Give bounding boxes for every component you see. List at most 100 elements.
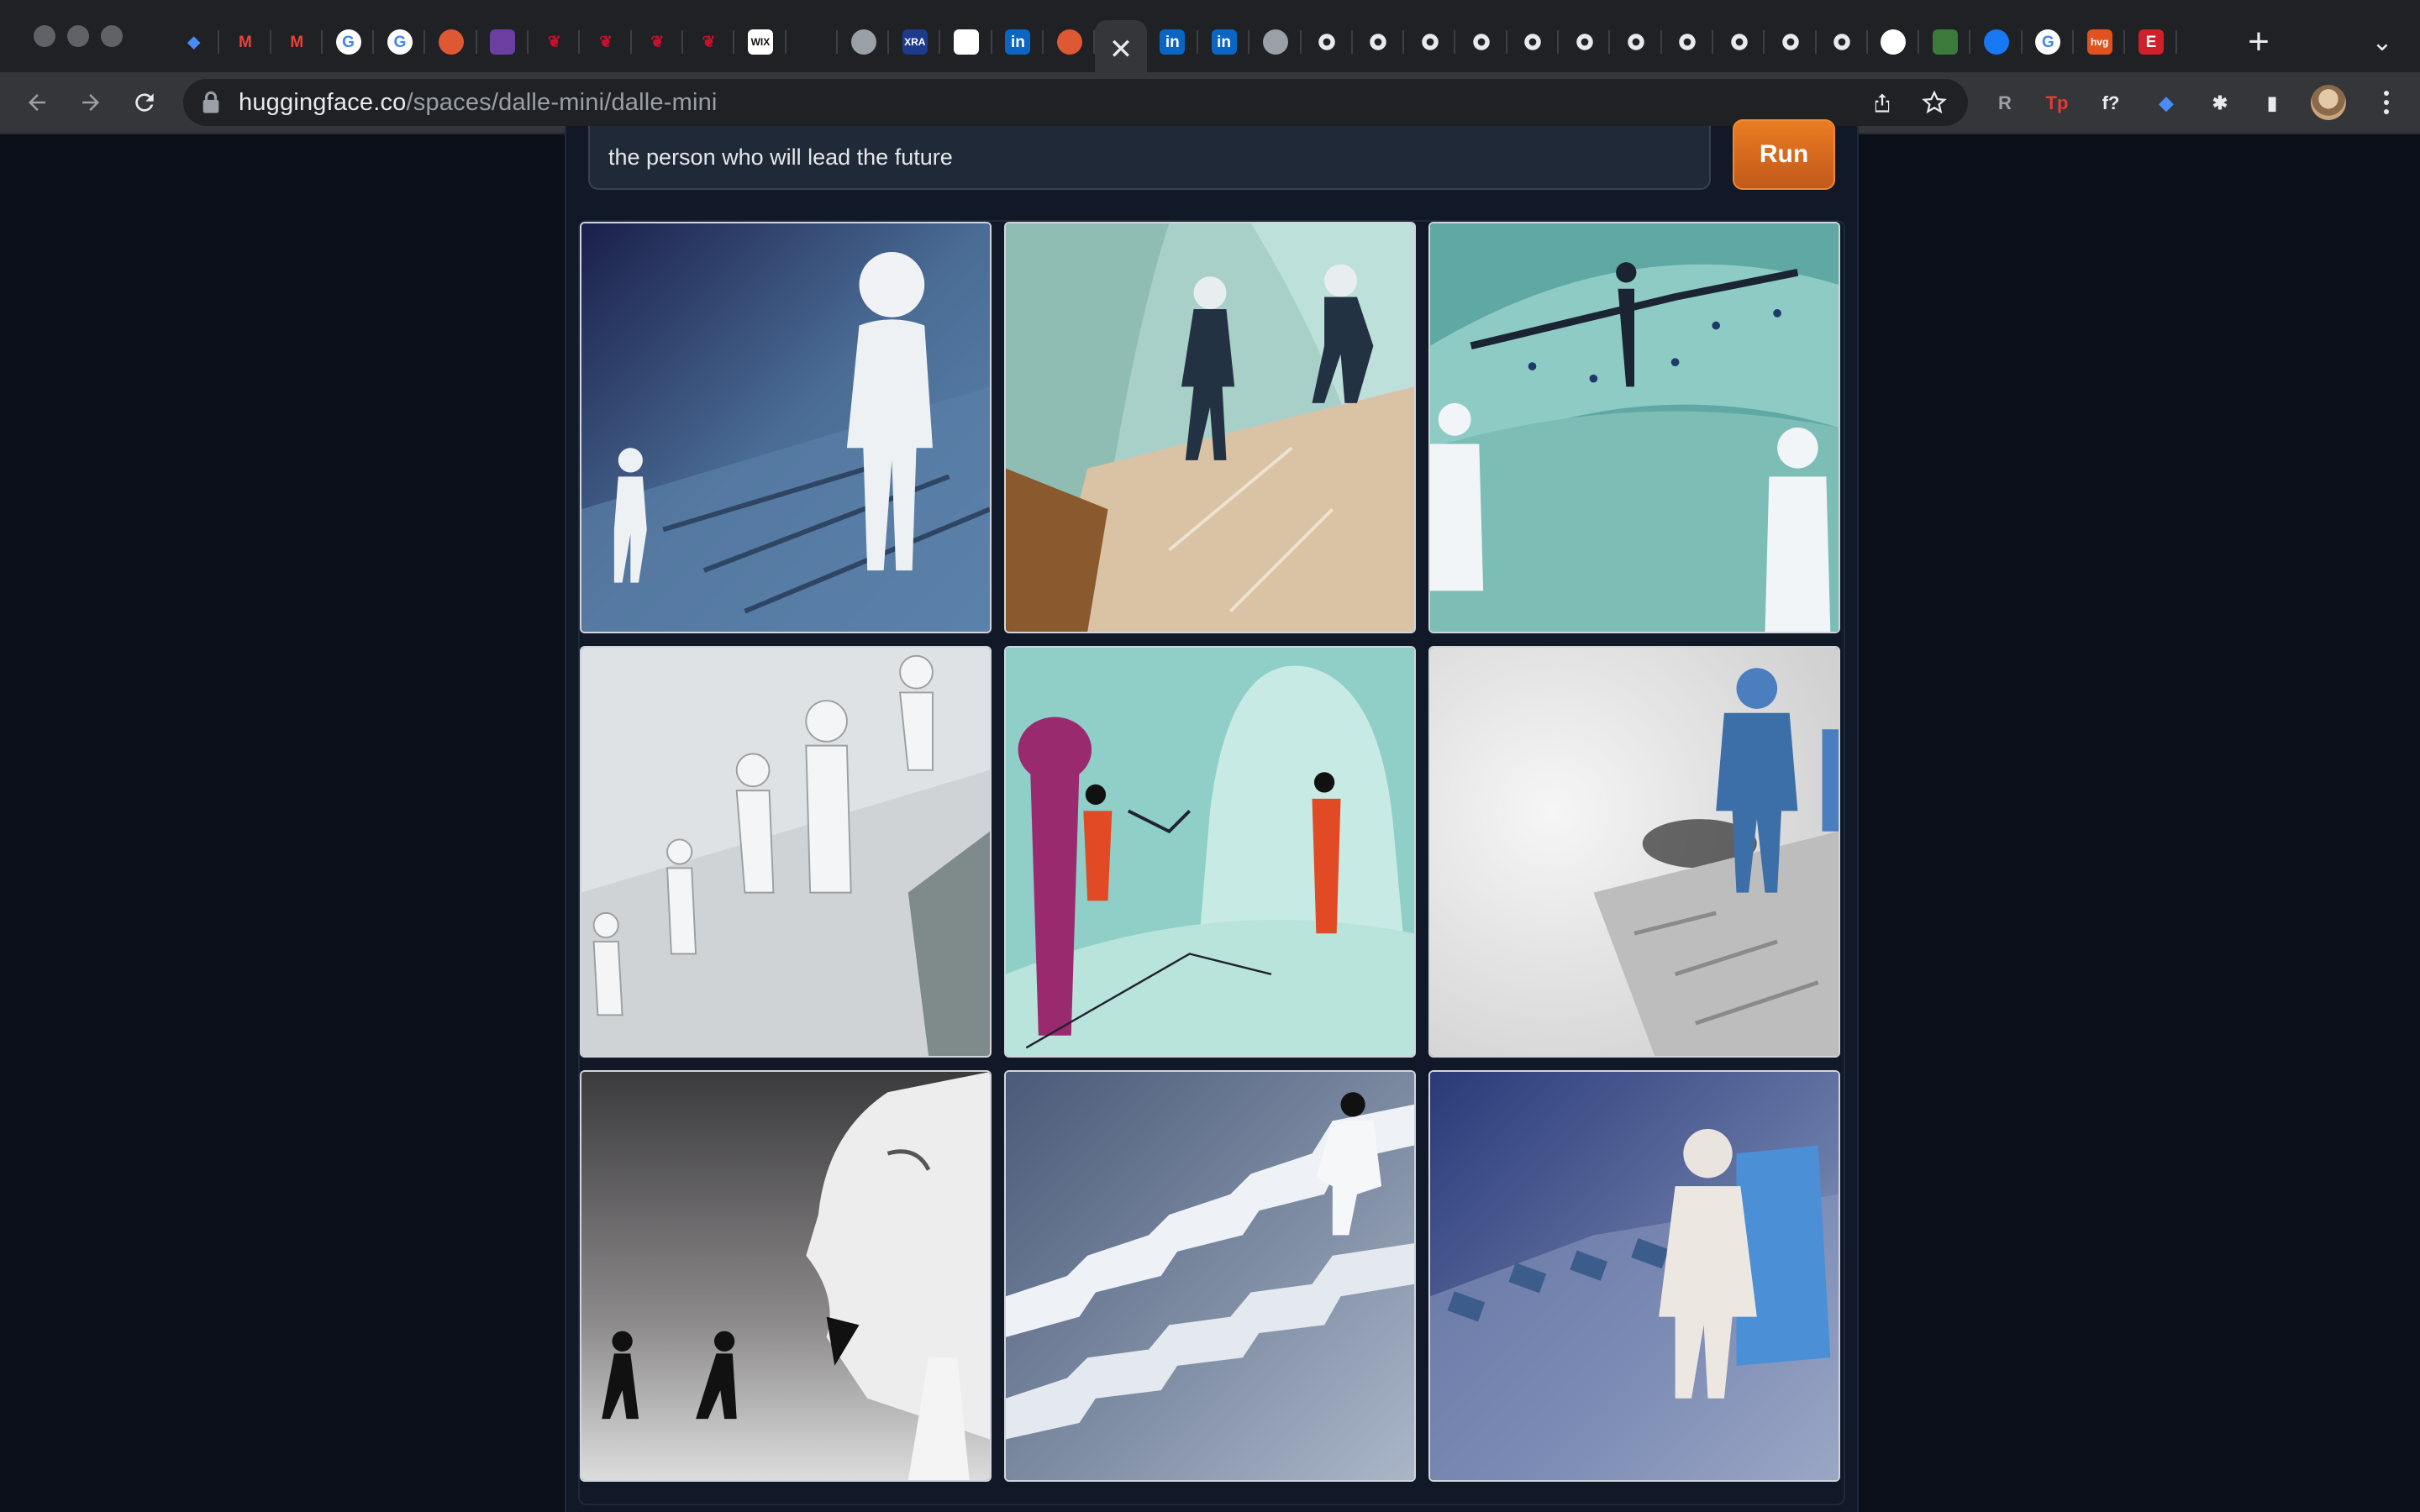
browser-tab[interactable]: in xyxy=(1198,20,1250,64)
dalle-mini-app: the person who will lead the future Run xyxy=(565,119,1859,1512)
generated-image-4[interactable] xyxy=(580,646,992,1058)
browser-tab[interactable] xyxy=(1970,20,2023,64)
browser-tab[interactable]: ❦ xyxy=(683,20,735,64)
browser-tab[interactable]: hvg xyxy=(2074,20,2126,64)
maximize-window-button[interactable] xyxy=(101,25,123,47)
extension-fx-icon[interactable]: f? xyxy=(2096,88,2126,118)
browser-tab[interactable]: E xyxy=(2125,20,2177,64)
settings-gear-icon xyxy=(1418,29,1443,55)
browser-tab[interactable] xyxy=(1353,20,1405,64)
back-button[interactable] xyxy=(17,82,57,123)
settings-gear-icon xyxy=(1469,29,1494,55)
google-icon: G xyxy=(2035,29,2061,55)
extension-r-icon[interactable]: R xyxy=(1990,88,2020,118)
settings-gear-icon xyxy=(1520,29,1545,55)
generated-image-9[interactable] xyxy=(1428,1070,1840,1482)
browser-tab[interactable]: in xyxy=(1147,20,1199,64)
browser-toolbar: huggingface.co/spaces/dalle-mini/dalle-m… xyxy=(0,72,2420,134)
browser-tab[interactable]: ✕ xyxy=(1095,20,1147,79)
browser-tab[interactable] xyxy=(1765,20,1817,64)
run-button[interactable]: Run xyxy=(1733,119,1835,190)
profile-avatar[interactable] xyxy=(2311,85,2346,120)
browser-tab[interactable] xyxy=(1455,20,1508,64)
prompt-input[interactable]: the person who will lead the future xyxy=(588,126,1711,190)
browser-tab[interactable]: ❦ xyxy=(632,20,684,64)
generated-image-5[interactable] xyxy=(1004,646,1416,1058)
tab-search-button[interactable]: ⌄ xyxy=(2361,24,2403,60)
browser-tab[interactable] xyxy=(1404,20,1456,64)
google-icon: G xyxy=(335,29,361,55)
new-tab-button[interactable]: + xyxy=(2235,20,2282,64)
browser-tab[interactable] xyxy=(1713,20,1765,64)
minimize-window-button[interactable] xyxy=(67,25,89,47)
github-icon xyxy=(1881,29,1907,55)
generated-image-1[interactable] xyxy=(580,222,992,633)
browser-tab[interactable] xyxy=(1249,20,1302,64)
browser-tab[interactable] xyxy=(1817,20,1869,64)
bookmark-star-button[interactable] xyxy=(1918,86,1951,119)
browser-menu-button[interactable] xyxy=(2370,82,2403,123)
gmail-icon: M xyxy=(290,33,304,51)
tab-strip: ◆ M M G G ❦ ❦ ❦ ❦ WIX XRA in ✕ in in Ghvg E + ⌄ xyxy=(0,0,2420,79)
reload-icon xyxy=(135,93,154,112)
browser-tab[interactable]: M xyxy=(219,20,271,64)
extension-tp-icon[interactable]: Tp xyxy=(2042,88,2072,118)
google-icon: G xyxy=(387,29,413,55)
settings-gear-icon xyxy=(1314,29,1339,55)
generated-image-6[interactable] xyxy=(1428,646,1840,1058)
browser-tab[interactable] xyxy=(1302,20,1354,64)
gem-icon: ◆ xyxy=(187,33,200,51)
generated-image-3[interactable] xyxy=(1428,222,1840,633)
duckduckgo-icon xyxy=(439,29,465,55)
puzzle-icon[interactable]: ✱ xyxy=(2205,88,2235,118)
browser-tab[interactable] xyxy=(1610,20,1662,64)
browser-tab[interactable] xyxy=(1919,20,1971,64)
share-icon xyxy=(1875,93,1890,113)
extension-gem-icon[interactable]: ◆ xyxy=(2151,88,2181,118)
browser-tab[interactable]: G xyxy=(2023,20,2075,64)
red-pin-icon: ❦ xyxy=(547,33,561,51)
linkedin-icon: in xyxy=(1211,29,1237,55)
browser-tab[interactable]: G xyxy=(374,20,426,64)
close-window-button[interactable] xyxy=(34,25,55,47)
browser-tab[interactable] xyxy=(1559,20,1611,64)
browser-tab[interactable] xyxy=(1868,20,1920,64)
browser-tab[interactable]: ◆ xyxy=(168,20,220,64)
browser-tab[interactable] xyxy=(1044,20,1096,64)
forward-button[interactable] xyxy=(71,82,111,123)
browser-tab[interactable] xyxy=(425,20,478,64)
browser-tab[interactable]: WIX xyxy=(734,20,786,64)
browser-tab[interactable] xyxy=(838,20,890,64)
browser-tab[interactable]: M xyxy=(271,20,324,64)
browser-tab[interactable] xyxy=(1662,20,1714,64)
hvg-icon: hvg xyxy=(2086,29,2112,55)
address-bar[interactable]: huggingface.co/spaces/dalle-mini/dalle-m… xyxy=(183,79,1968,126)
side-panel-icon[interactable]: ▮ xyxy=(2257,88,2287,118)
settings-gear-icon xyxy=(1572,29,1597,55)
purple-app-icon xyxy=(490,29,516,55)
generated-image-7[interactable] xyxy=(580,1070,992,1482)
browser-tab[interactable] xyxy=(940,20,993,64)
blank-icon xyxy=(799,29,824,55)
browser-tab[interactable] xyxy=(1507,20,1560,64)
browser-tab[interactable]: G xyxy=(323,20,375,64)
more-vertical-icon xyxy=(2384,91,2389,114)
browser-tab[interactable] xyxy=(477,20,529,64)
duckduckgo-icon xyxy=(1056,29,1082,55)
generated-image-8[interactable] xyxy=(1004,1070,1416,1482)
e-icon: E xyxy=(2138,29,2164,55)
generated-image-2[interactable] xyxy=(1004,222,1416,633)
close-tab-icon[interactable]: ✕ xyxy=(1109,35,1134,64)
share-button[interactable] xyxy=(1865,86,1899,119)
browser-tab[interactable] xyxy=(786,20,839,64)
browser-tab[interactable]: ❦ xyxy=(580,20,632,64)
linkedin-icon: in xyxy=(1160,29,1186,55)
xra-icon: XRA xyxy=(902,29,928,55)
reload-button[interactable] xyxy=(124,82,165,123)
settings-gear-icon xyxy=(1829,29,1854,55)
browser-tab[interactable]: XRA xyxy=(889,20,941,64)
back-arrow-icon xyxy=(29,94,45,111)
forward-arrow-icon xyxy=(82,94,99,111)
browser-tab[interactable]: in xyxy=(992,20,1044,64)
browser-tab[interactable]: ❦ xyxy=(529,20,581,64)
